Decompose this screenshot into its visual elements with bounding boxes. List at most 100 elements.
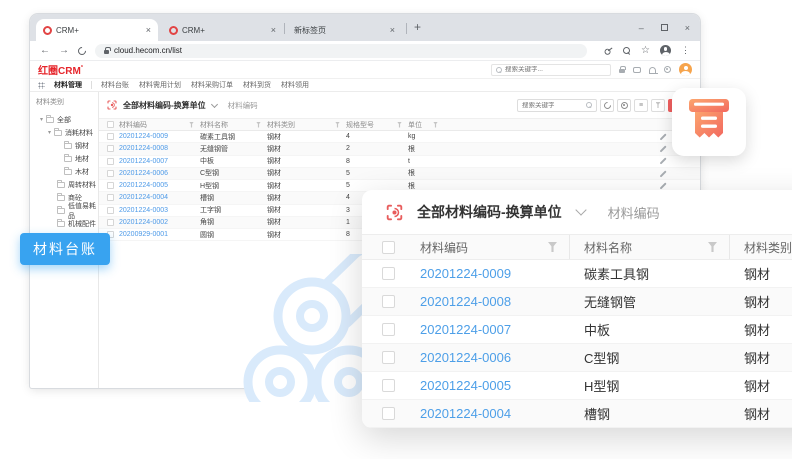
row-checkbox[interactable] xyxy=(382,407,395,420)
nav-item[interactable]: 材料采购订单 xyxy=(191,80,233,90)
table-row[interactable]: 20201224-0006C型钢钢材 xyxy=(362,344,792,372)
material-code-link[interactable]: 20200929-0001 xyxy=(119,231,200,238)
refresh-button[interactable] xyxy=(600,99,614,112)
table-row[interactable]: 20201224-0006C型钢钢材5根 xyxy=(99,168,700,180)
material-code-link[interactable]: 20201224-0006 xyxy=(119,170,200,177)
material-code-link[interactable]: 20201224-0002 xyxy=(119,219,200,226)
table-row[interactable]: 20201224-0009碳素工具钢钢材4kg xyxy=(99,131,700,143)
chevron-down-icon[interactable] xyxy=(211,100,218,107)
material-code-link[interactable]: 20201224-0005 xyxy=(119,182,200,189)
row-checkbox[interactable] xyxy=(107,182,114,189)
chevron-down-icon[interactable] xyxy=(575,204,586,215)
key-icon[interactable] xyxy=(602,44,615,57)
tree-item[interactable]: 钢材 xyxy=(30,139,98,152)
filter-icon[interactable] xyxy=(433,122,438,128)
row-checkbox[interactable] xyxy=(107,219,114,226)
window-minimize-button[interactable]: – xyxy=(639,23,644,33)
tab-close-icon[interactable]: × xyxy=(390,26,395,35)
tree-item[interactable]: ▾消耗材料 xyxy=(30,126,98,139)
filter-icon[interactable] xyxy=(189,122,194,128)
material-code-link[interactable]: 20201224-0004 xyxy=(406,406,570,421)
list-search-input[interactable] xyxy=(522,102,584,109)
select-all-checkbox[interactable] xyxy=(107,121,114,128)
nav-item[interactable]: 材料到货 xyxy=(243,80,271,90)
zoom-icon[interactable] xyxy=(623,47,631,55)
material-code-link[interactable]: 20201224-0005 xyxy=(406,378,570,393)
reload-icon[interactable] xyxy=(76,45,87,56)
row-checkbox[interactable] xyxy=(107,207,114,214)
window-maximize-button[interactable] xyxy=(661,24,668,31)
list-search[interactable] xyxy=(517,99,597,112)
table-row[interactable]: 20201224-0009碳素工具钢钢材 xyxy=(362,260,792,288)
material-code-link[interactable]: 20201224-0009 xyxy=(406,266,570,281)
browser-tab[interactable]: CRM+× xyxy=(36,19,158,41)
edit-icon[interactable] xyxy=(660,158,667,165)
row-checkbox[interactable] xyxy=(382,295,395,308)
bookmark-star-icon[interactable]: ☆ xyxy=(641,46,650,56)
material-code-link[interactable]: 20201224-0003 xyxy=(119,207,200,214)
row-checkbox[interactable] xyxy=(107,158,114,165)
tab-close-icon[interactable]: × xyxy=(271,26,276,35)
nav-item[interactable]: 材料需用计划 xyxy=(139,80,181,90)
tree-item[interactable]: 低值易耗品 xyxy=(30,204,98,217)
row-checkbox[interactable] xyxy=(107,133,114,140)
global-search-input[interactable] xyxy=(505,66,606,73)
settings-button[interactable] xyxy=(617,99,631,112)
window-close-button[interactable]: × xyxy=(685,23,690,33)
filter-icon[interactable] xyxy=(548,242,557,252)
browser-tab[interactable]: 新标签页× xyxy=(287,19,402,41)
material-code-link[interactable]: 20201224-0004 xyxy=(119,194,200,201)
global-search[interactable] xyxy=(491,64,611,76)
nav-item[interactable]: 材料领用 xyxy=(281,80,309,90)
filter-icon[interactable] xyxy=(256,122,261,128)
tree-item[interactable]: 周转材料 xyxy=(30,178,98,191)
row-checkbox[interactable] xyxy=(107,170,114,177)
apps-grid-icon[interactable] xyxy=(38,82,45,89)
table-row[interactable]: 20201224-0008无缝钢管钢材2根 xyxy=(99,143,700,155)
overlay-view-title[interactable]: 全部材料编码-换算单位 xyxy=(417,202,562,222)
browser-profile-avatar[interactable] xyxy=(660,45,671,56)
edit-icon[interactable] xyxy=(660,170,667,177)
material-code-link[interactable]: 20201224-0007 xyxy=(406,322,570,337)
material-code-link[interactable]: 20201224-0007 xyxy=(119,158,200,165)
nav-app-label[interactable]: 材料管理 xyxy=(54,80,82,90)
row-checkbox[interactable] xyxy=(382,351,395,364)
row-checkbox[interactable] xyxy=(382,379,395,392)
table-row[interactable]: 20201224-0007中板钢材 xyxy=(362,316,792,344)
gear-icon[interactable] xyxy=(664,66,671,73)
tree-item[interactable]: ▾全部 xyxy=(30,113,98,126)
bell-icon[interactable] xyxy=(649,67,656,73)
material-code-link[interactable]: 20201224-0008 xyxy=(406,294,570,309)
lock-icon[interactable] xyxy=(619,69,625,74)
table-row[interactable]: 20201224-0007中板钢材8t xyxy=(99,156,700,168)
edit-icon[interactable] xyxy=(660,133,667,140)
row-checkbox[interactable] xyxy=(107,145,114,152)
back-icon[interactable]: ← xyxy=(40,46,50,56)
browser-tab[interactable]: CRM+× xyxy=(162,19,283,41)
table-row[interactable]: 20201224-0008无缝钢管钢材 xyxy=(362,288,792,316)
forward-icon[interactable]: → xyxy=(59,46,69,56)
address-bar[interactable]: cloud.hecom.cn/list xyxy=(95,44,587,58)
select-all-checkbox[interactable] xyxy=(382,241,395,254)
overlay-tab-material-code[interactable]: 材料编码 xyxy=(608,203,660,222)
new-tab-button[interactable]: + xyxy=(414,20,421,34)
browser-menu-icon[interactable]: ⋮ xyxy=(681,46,690,55)
row-checkbox[interactable] xyxy=(382,323,395,336)
nav-item[interactable]: 材料台账 xyxy=(101,80,129,90)
list-view-button[interactable]: ≡ xyxy=(634,99,648,112)
filter-icon[interactable] xyxy=(708,242,717,252)
table-row[interactable]: 20201224-0004槽钢钢材 xyxy=(362,400,792,428)
message-icon[interactable] xyxy=(633,67,641,73)
edit-icon[interactable] xyxy=(660,145,667,152)
row-checkbox[interactable] xyxy=(382,267,395,280)
filter-icon[interactable] xyxy=(397,122,402,128)
user-avatar[interactable] xyxy=(679,63,692,76)
view-title[interactable]: 全部材料编码-换算单位 xyxy=(123,100,206,111)
filter-button[interactable] xyxy=(651,99,665,112)
material-code-link[interactable]: 20201224-0009 xyxy=(119,133,200,140)
tree-item[interactable]: 机械配件 xyxy=(30,217,98,230)
tab-close-icon[interactable]: × xyxy=(146,26,151,35)
row-checkbox[interactable] xyxy=(107,194,114,201)
material-code-link[interactable]: 20201224-0008 xyxy=(119,145,200,152)
edit-icon[interactable] xyxy=(660,182,667,189)
